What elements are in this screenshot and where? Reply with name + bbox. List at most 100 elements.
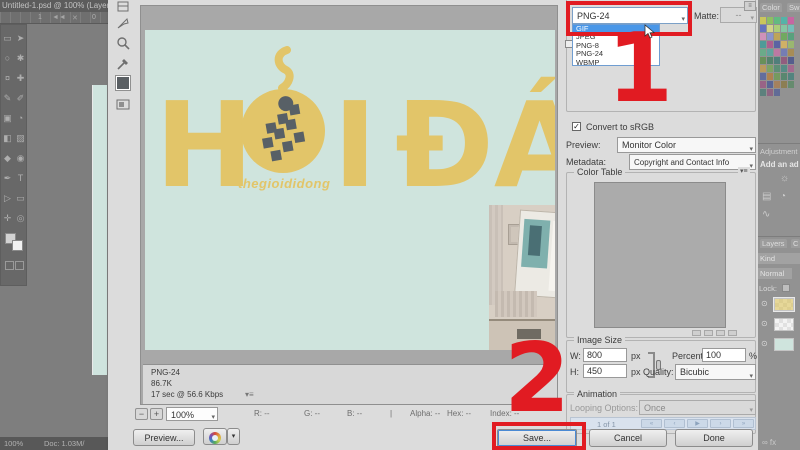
done-button[interactable]: Done — [675, 429, 753, 447]
swatch[interactable] — [788, 65, 794, 72]
quality-select[interactable]: Bicubic ▾ — [675, 364, 756, 380]
swatch[interactable] — [767, 65, 773, 72]
lock-icon[interactable] — [782, 284, 790, 292]
preview-select[interactable]: Monitor Color ▾ — [617, 137, 756, 153]
swatch[interactable] — [767, 49, 773, 56]
color-table-menu-icon[interactable]: ▾≡ — [738, 167, 750, 175]
background-color-swatch[interactable] — [12, 240, 23, 251]
toggle-slices-icon[interactable] — [112, 98, 134, 118]
swatch[interactable] — [767, 33, 773, 40]
zoom-out-button[interactable]: − — [135, 408, 148, 420]
slice-select-tool-icon[interactable] — [112, 16, 134, 36]
document-tab[interactable]: Untitled-1.psd @ 100% (Layer 8 — [0, 0, 108, 12]
layer-visibility-icon[interactable]: ⊙ — [761, 299, 768, 308]
swatch[interactable] — [760, 81, 766, 88]
statusbar-zoom[interactable]: 100% — [4, 437, 23, 450]
zoom-tool-icon[interactable] — [112, 36, 134, 56]
next-frame-button[interactable]: › — [710, 419, 731, 428]
convert-srgb-checkbox[interactable]: ✓ — [572, 122, 581, 131]
swatch[interactable] — [767, 81, 773, 88]
tools-column-icons[interactable]: ➤ ✱ ✚ ✐ ◔ ▨ ◉ T ▭ ◎ — [14, 28, 27, 228]
swatch[interactable] — [774, 89, 780, 96]
swatch[interactable] — [788, 81, 794, 88]
swatch[interactable] — [760, 33, 766, 40]
zoom-in-button[interactable]: + — [150, 408, 163, 420]
swatch[interactable] — [774, 25, 780, 32]
swatch[interactable] — [760, 25, 766, 32]
previous-frame-button[interactable]: ‹ — [664, 419, 685, 428]
layer-row[interactable]: ⊙ — [758, 336, 800, 354]
swatch[interactable] — [781, 41, 787, 48]
tab-layers[interactable]: Layers — [760, 239, 787, 248]
swatch[interactable] — [788, 25, 794, 32]
cancel-button[interactable]: Cancel — [589, 429, 667, 447]
swatch[interactable] — [760, 17, 766, 24]
width-field[interactable]: 800 — [583, 348, 627, 362]
swatch[interactable] — [760, 41, 766, 48]
height-field[interactable]: 450 — [583, 364, 627, 378]
swatch-grid[interactable] — [760, 17, 800, 97]
percent-field[interactable]: 100 — [702, 348, 746, 362]
screen-mode-icon[interactable] — [15, 261, 24, 270]
swatch[interactable] — [760, 73, 766, 80]
swatch[interactable] — [767, 57, 773, 64]
swatch[interactable] — [760, 57, 766, 64]
tools-panel[interactable]: ▭ ○ ¤ ✎ ▣ ◧ ◆ ✒ ▷ ✛ ➤ ✱ ✚ ✐ ◔ ▨ ◉ T ▭ ◎ — [0, 24, 27, 286]
swatch[interactable] — [781, 73, 787, 80]
levels-adjustment-icon[interactable]: ▤ — [762, 191, 771, 202]
swatch[interactable] — [781, 33, 787, 40]
curves-adjustment-icon[interactable]: ◔ — [780, 191, 786, 202]
tab-scroll-icon[interactable]: ◄◄ — [52, 14, 66, 21]
swatch[interactable] — [781, 25, 787, 32]
swatch[interactable] — [788, 49, 794, 56]
preview-viewport[interactable]: H I ĐÁ thegioididong — [143, 8, 557, 364]
tab-swatches[interactable]: Sw — [787, 3, 800, 12]
layer-row[interactable]: ⊙ — [758, 296, 800, 314]
swatch[interactable] — [767, 41, 773, 48]
play-button[interactable]: ▶ — [687, 419, 708, 428]
swatch[interactable] — [767, 89, 773, 96]
last-frame-button[interactable]: » — [733, 419, 754, 428]
layer-row[interactable]: ⊙ — [758, 316, 800, 334]
browser-icon[interactable] — [203, 428, 227, 445]
quick-mask-icon[interactable] — [5, 261, 14, 270]
swatch[interactable] — [774, 41, 780, 48]
layer-visibility-icon[interactable]: ⊙ — [761, 319, 768, 328]
swatch[interactable] — [774, 57, 780, 64]
swatch[interactable] — [774, 33, 780, 40]
swatch[interactable] — [774, 49, 780, 56]
layer-panel-bottom-icons[interactable]: ∞ fx — [762, 438, 776, 447]
swatch[interactable] — [781, 17, 787, 24]
blend-mode-select[interactable]: Normal — [758, 268, 792, 279]
download-speed-menu-icon[interactable]: ▾≡ — [245, 390, 254, 399]
tools-column-icons[interactable]: ▭ ○ ¤ ✎ ▣ ◧ ◆ ✒ ▷ ✛ — [1, 28, 14, 228]
preview-in-browser-button[interactable]: Preview... — [133, 429, 195, 446]
metadata-select[interactable]: Copyright and Contact Info ▾ — [629, 154, 756, 170]
swatch[interactable] — [760, 49, 766, 56]
swatch[interactable] — [774, 17, 780, 24]
swatch[interactable] — [781, 81, 787, 88]
layer-filter-kind[interactable]: Kind — [758, 253, 800, 264]
tab-color[interactable]: Color — [760, 3, 782, 12]
swatch[interactable] — [774, 73, 780, 80]
swatch[interactable] — [781, 57, 787, 64]
tab-adjustments[interactable]: Adjustment — [760, 147, 798, 156]
swatch[interactable] — [788, 57, 794, 64]
browser-select-chevron[interactable]: ▾ — [227, 428, 240, 445]
swatch[interactable] — [767, 25, 773, 32]
eyedropper-tool-icon[interactable] — [112, 56, 134, 76]
eyedropper-color-swatch[interactable] — [115, 75, 131, 91]
optimize-menu-icon[interactable]: ≡ — [744, 1, 756, 11]
exposure-adjustment-icon[interactable]: ∿ — [762, 209, 770, 220]
swatch[interactable] — [774, 81, 780, 88]
tab-channels[interactable]: C — [791, 239, 800, 248]
swatch[interactable] — [767, 17, 773, 24]
swatch[interactable] — [781, 65, 787, 72]
swatch[interactable] — [781, 49, 787, 56]
swatch[interactable] — [774, 65, 780, 72]
zoom-level-select[interactable]: 100% ▾ — [166, 407, 218, 421]
swatch[interactable] — [788, 17, 794, 24]
swatch[interactable] — [788, 41, 794, 48]
layer-visibility-icon[interactable]: ⊙ — [761, 339, 768, 348]
swatch[interactable] — [788, 33, 794, 40]
